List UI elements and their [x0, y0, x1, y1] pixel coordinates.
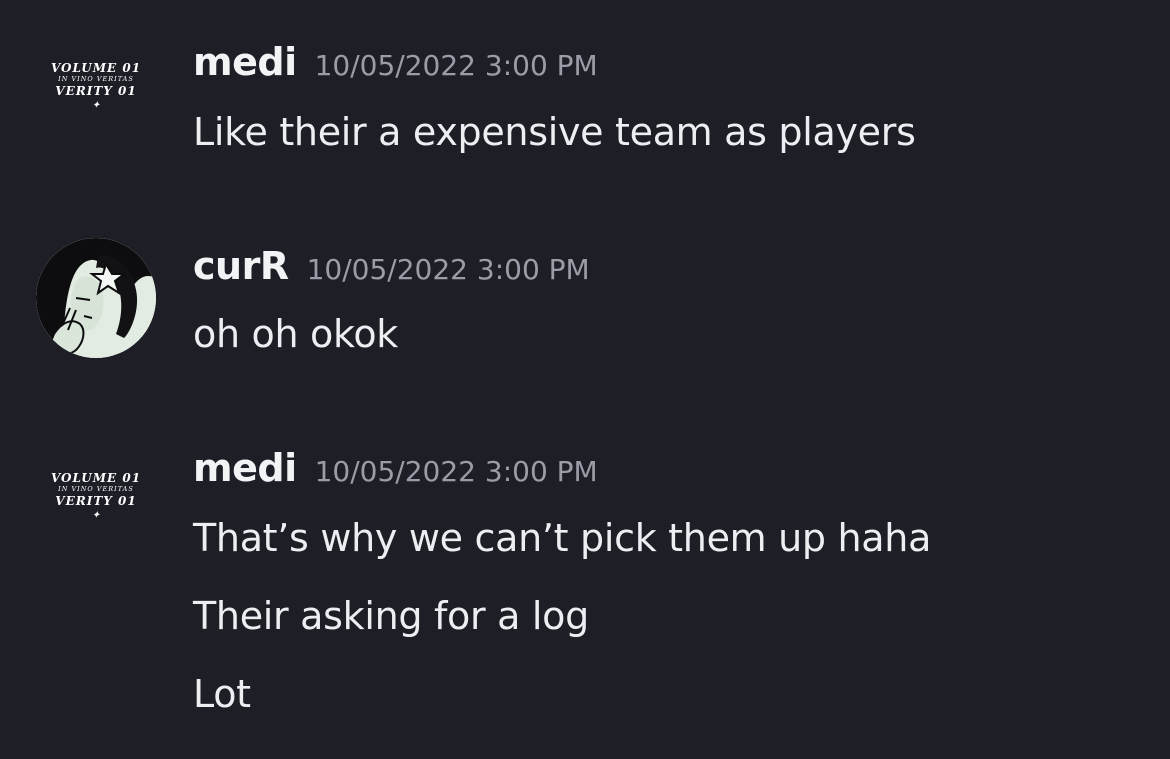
- avatar-logo-text: IN VINO VERITAS: [58, 485, 134, 493]
- avatar-illustration: [36, 238, 156, 358]
- avatar-logo-text: VOLUME 01: [50, 471, 142, 485]
- message-header: curR 10/05/2022 3:00 PM: [193, 244, 590, 288]
- username[interactable]: medi: [193, 446, 297, 490]
- avatar-logo-text: IN VINO VERITAS: [58, 75, 134, 83]
- timestamp: 10/05/2022 3:00 PM: [306, 253, 590, 286]
- avatar-logo-text: VERITY 01: [55, 493, 137, 508]
- message-text: oh oh okok: [193, 312, 398, 356]
- message-text: Like their a expensive team as players: [193, 110, 916, 154]
- sparkle-icon: ✦: [91, 99, 101, 111]
- message-text: Lot: [193, 672, 251, 716]
- message-text: Their asking for a log: [193, 594, 589, 638]
- avatar[interactable]: VOLUME 01 IN VINO VERITAS VERITY 01 ✦: [36, 62, 156, 111]
- timestamp: 10/05/2022 3:00 PM: [314, 455, 598, 488]
- avatar-logo-text: VERITY 01: [55, 83, 137, 98]
- message-text: That’s why we can’t pick them up haha: [193, 516, 932, 560]
- message-header: medi 10/05/2022 3:00 PM: [193, 446, 598, 490]
- timestamp: 10/05/2022 3:00 PM: [314, 49, 598, 82]
- message-header: medi 10/05/2022 3:00 PM: [193, 40, 598, 84]
- avatar-logo-text: VOLUME 01: [50, 61, 142, 75]
- username[interactable]: curR: [193, 244, 289, 288]
- avatar[interactable]: VOLUME 01 IN VINO VERITAS VERITY 01 ✦: [36, 472, 156, 521]
- username[interactable]: medi: [193, 40, 297, 84]
- sparkle-icon: ✦: [91, 509, 101, 521]
- avatar[interactable]: [36, 238, 156, 358]
